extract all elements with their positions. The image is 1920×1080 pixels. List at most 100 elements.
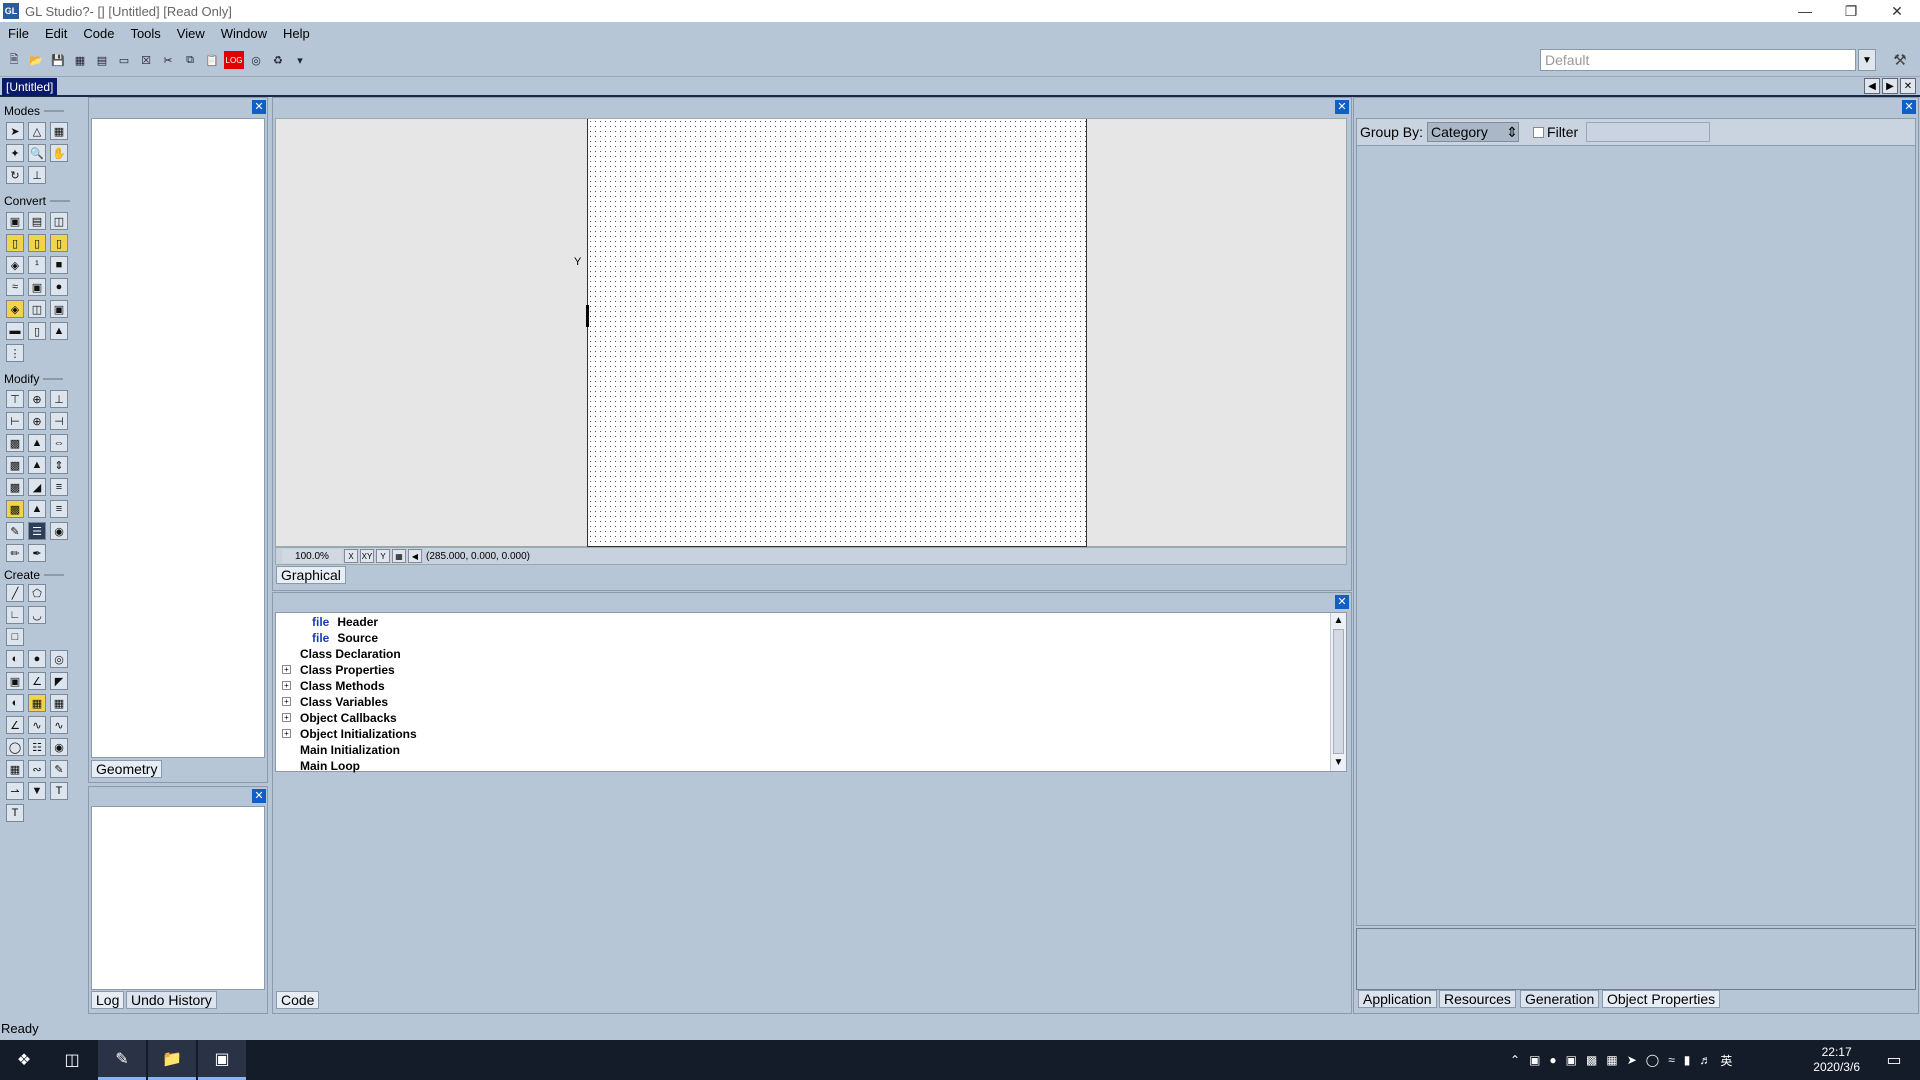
- convert-ungroup-icon[interactable]: ▤: [28, 212, 46, 230]
- convert-sphere-icon[interactable]: ●: [50, 278, 68, 296]
- calendar-icon[interactable]: ▦: [50, 694, 68, 712]
- tray-app-icon[interactable]: ▣: [1529, 1053, 1540, 1067]
- flip-h-icon[interactable]: ▲: [28, 500, 46, 518]
- geometry-close-icon[interactable]: ✕: [252, 100, 266, 114]
- convert-group-icon[interactable]: ▣: [6, 212, 24, 230]
- text-box-icon[interactable]: T: [6, 804, 24, 822]
- globe-icon[interactable]: ◎: [50, 650, 68, 668]
- convert-ruler-icon[interactable]: ▬: [6, 322, 24, 340]
- notification-icon[interactable]: ▭: [1870, 1040, 1918, 1080]
- tab-application[interactable]: Application: [1358, 990, 1437, 1008]
- convert-object-icon[interactable]: ◫: [50, 212, 68, 230]
- convert-frame-icon[interactable]: ▣: [50, 300, 68, 318]
- menu-help[interactable]: Help: [275, 26, 318, 41]
- tray-shield-icon[interactable]: ◯: [1646, 1053, 1659, 1067]
- flip-icon[interactable]: ▲: [28, 434, 46, 452]
- axis-tool-icon[interactable]: ⊥: [28, 166, 46, 184]
- distribute-icon[interactable]: ≡: [50, 478, 68, 496]
- convert-red-icon[interactable]: ■: [50, 256, 68, 274]
- code-close-icon[interactable]: ✕: [1335, 595, 1349, 609]
- scroll-down-icon[interactable]: ▼: [1331, 755, 1346, 770]
- align-right-icon[interactable]: ⊣: [50, 412, 68, 430]
- menu-edit[interactable]: Edit: [37, 26, 75, 41]
- wrench-icon[interactable]: ⚒: [1888, 49, 1912, 71]
- convert-stack-icon[interactable]: ⋮: [6, 344, 24, 362]
- tab-generation[interactable]: Generation: [1520, 990, 1600, 1008]
- tab-object-properties[interactable]: Object Properties: [1602, 990, 1721, 1008]
- snap-y-icon[interactable]: Y: [376, 549, 390, 563]
- zoom-level[interactable]: 100.0%: [282, 549, 342, 563]
- chart-icon[interactable]: ∿: [50, 716, 68, 734]
- line-tool-icon[interactable]: ╱: [6, 584, 24, 602]
- snap-grid-icon[interactable]: ▦: [392, 549, 406, 563]
- tree-item-main-loop[interactable]: Main Loop: [300, 759, 360, 773]
- paste-icon[interactable]: 📋: [202, 51, 222, 69]
- connector-icon[interactable]: ⇀: [6, 782, 24, 800]
- expand-icon[interactable]: +: [282, 713, 291, 722]
- menu-code[interactable]: Code: [75, 26, 122, 41]
- scroll-up-icon[interactable]: ▲: [1331, 613, 1346, 628]
- tab-log[interactable]: Log: [91, 991, 125, 1009]
- arc-tool-icon[interactable]: ◡: [28, 606, 46, 624]
- tray-office-icon[interactable]: ▣: [1566, 1053, 1577, 1067]
- windows-start-icon[interactable]: ❖: [0, 1040, 48, 1080]
- restore-button[interactable]: ❐: [1828, 0, 1874, 22]
- snap-xy-icon[interactable]: XY: [360, 549, 374, 563]
- pencil-icon[interactable]: ✏: [6, 544, 24, 562]
- skew-icon[interactable]: ◢: [28, 478, 46, 496]
- document-tab-untitled[interactable]: [Untitled]: [2, 78, 58, 96]
- grid-tool-icon[interactable]: ▦: [50, 122, 68, 140]
- convert-folder-icon[interactable]: ▯: [50, 234, 68, 252]
- note-icon[interactable]: ✎: [50, 760, 68, 778]
- convert-box-icon[interactable]: ▣: [28, 278, 46, 296]
- close-doc-icon[interactable]: ☒: [136, 51, 156, 69]
- order-front-icon[interactable]: ▩: [6, 434, 24, 452]
- open-file-icon[interactable]: 📂: [26, 51, 46, 69]
- tray-arrow-icon[interactable]: ➤: [1627, 1053, 1637, 1067]
- convert-doc-icon[interactable]: ▯: [28, 322, 46, 340]
- tree-item-main-initialization[interactable]: Main Initialization: [300, 743, 400, 757]
- polygon-tool-icon[interactable]: ⬠: [28, 584, 46, 602]
- tab-graphical[interactable]: Graphical: [276, 566, 346, 584]
- cut-icon[interactable]: ✂: [158, 51, 178, 69]
- tray-grid-icon[interactable]: ▦: [1606, 1053, 1617, 1067]
- polyline-tool-icon[interactable]: ∟: [6, 606, 24, 624]
- ime-indicator[interactable]: 英: [1720, 1052, 1732, 1069]
- drum-icon[interactable]: ▣: [6, 672, 24, 690]
- graphical-close-icon[interactable]: ✕: [1335, 100, 1349, 114]
- battery-icon[interactable]: ▮: [1684, 1053, 1691, 1067]
- expand-icon[interactable]: +: [282, 729, 291, 738]
- pen-icon[interactable]: ✒: [28, 544, 46, 562]
- space-icon[interactable]: ≡: [50, 500, 68, 518]
- bulb-icon[interactable]: ●: [28, 650, 46, 668]
- mirror-v-icon[interactable]: ⇕: [50, 456, 68, 474]
- expand-icon[interactable]: +: [282, 681, 291, 690]
- gauge-icon[interactable]: ◤: [50, 672, 68, 690]
- order-down-icon[interactable]: ▩: [6, 500, 24, 518]
- properties-close-icon[interactable]: ✕: [1902, 100, 1916, 114]
- volume-icon[interactable]: ♬: [1699, 1053, 1711, 1067]
- record-icon[interactable]: LOG: [224, 51, 244, 69]
- target-icon[interactable]: ◎: [246, 51, 266, 69]
- align-bottom-icon[interactable]: ⊥: [50, 390, 68, 408]
- rotate-tool-icon[interactable]: ↻: [6, 166, 24, 184]
- tab-code[interactable]: Code: [276, 991, 320, 1009]
- convert-fire-icon[interactable]: ▲: [50, 322, 68, 340]
- flip-v-icon[interactable]: ▲: [28, 456, 46, 474]
- tree-item-class-properties[interactable]: Class Properties: [300, 663, 395, 677]
- code-scrollbar[interactable]: ▲ ▼: [1330, 613, 1346, 771]
- align-center-icon[interactable]: ⊕: [28, 390, 46, 408]
- convert-texture-icon[interactable]: ◈: [6, 300, 24, 318]
- select-tool-icon[interactable]: ➤: [6, 122, 24, 140]
- convert-number-icon[interactable]: ¹: [28, 256, 46, 274]
- convert-shape-icon[interactable]: ◈: [6, 256, 24, 274]
- tab-geometry[interactable]: Geometry: [91, 760, 163, 778]
- tray-qq-icon[interactable]: ●: [1549, 1053, 1556, 1067]
- log-close-icon[interactable]: ✕: [252, 789, 266, 803]
- system-clock[interactable]: 22:17 2020/3/6: [1813, 1045, 1860, 1075]
- vertex-tool-icon[interactable]: ✦: [6, 144, 24, 162]
- more-icon[interactable]: ▾: [290, 51, 310, 69]
- tray-chevron-icon[interactable]: ⌃: [1510, 1053, 1520, 1067]
- snap-x-icon[interactable]: X: [344, 549, 358, 563]
- wave-icon[interactable]: ∿: [28, 716, 46, 734]
